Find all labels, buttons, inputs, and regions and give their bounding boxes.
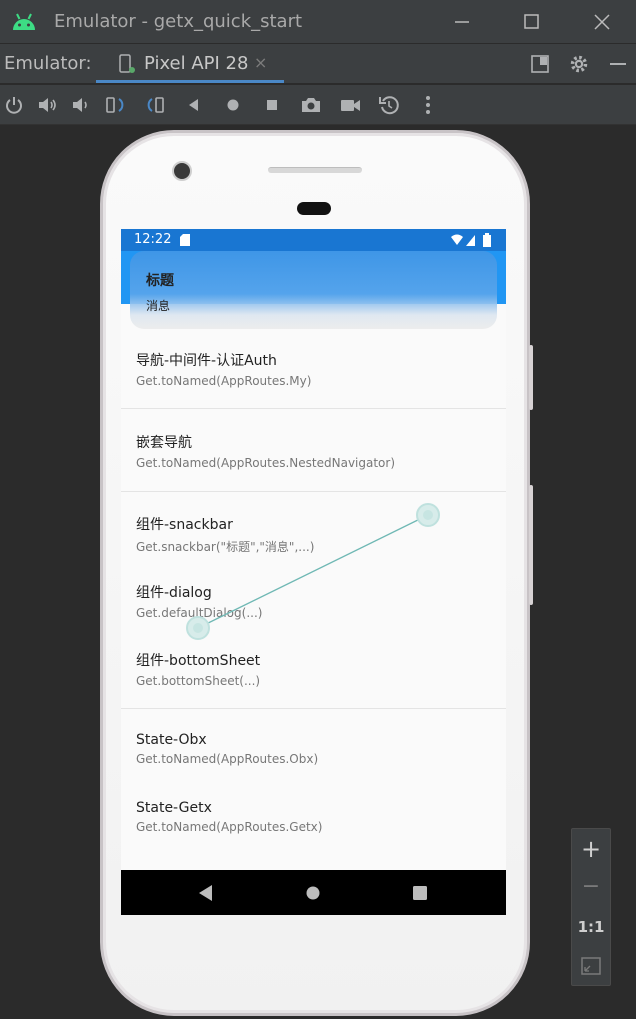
window-titlebar: Emulator - getx_quick_start xyxy=(0,0,636,44)
snapshot-restore-icon[interactable] xyxy=(377,93,401,117)
list-item[interactable]: 导航-中间件-认证Auth Get.toNamed(AppRoutes.My) xyxy=(136,350,311,388)
list-divider xyxy=(121,708,506,709)
emulator-tabbar: Emulator: Pixel API 28 × xyxy=(0,44,636,84)
signal-icon xyxy=(451,234,475,246)
tab-label: Pixel API 28 xyxy=(144,53,249,74)
power-side-button[interactable] xyxy=(529,345,533,410)
list-item[interactable]: State-Getx Get.toNamed(AppRoutes.Getx) xyxy=(136,800,322,834)
list-item-subtitle: Get.toNamed(AppRoutes.My) xyxy=(136,374,312,388)
android-nav-bar xyxy=(121,870,506,915)
back-icon[interactable] xyxy=(182,93,206,117)
battery-icon xyxy=(483,233,491,247)
list-item-subtitle: Get.defaultDialog(...) xyxy=(136,606,263,620)
tab-pixel-api-28[interactable]: Pixel API 28 × xyxy=(96,44,284,84)
zoom-fit-icon[interactable] xyxy=(581,956,601,976)
android-status-bar: 12:22 xyxy=(121,229,506,251)
snackbar-message: 消息 xyxy=(146,299,171,313)
restore-layout-icon[interactable] xyxy=(528,52,552,76)
list-item-title: State-Obx xyxy=(136,732,207,748)
front-camera xyxy=(172,161,192,181)
emulator-toolbar xyxy=(0,85,636,125)
nav-back-icon[interactable] xyxy=(199,885,213,901)
zoom-in-button[interactable]: + xyxy=(572,835,610,863)
emulator-label: Emulator: xyxy=(4,53,92,74)
volume-side-button[interactable] xyxy=(529,485,533,605)
zoom-panel: + − 1:1 xyxy=(571,828,611,986)
power-icon[interactable] xyxy=(2,93,26,117)
screenshot-camera-icon[interactable] xyxy=(299,93,323,117)
list-item-subtitle: Get.toNamed(AppRoutes.NestedNavigator) xyxy=(136,456,396,470)
volume-down-icon[interactable] xyxy=(68,93,92,117)
list-item-subtitle: Get.toNamed(AppRoutes.Getx) xyxy=(136,820,323,834)
list-divider xyxy=(121,491,506,492)
status-time: 12:22 xyxy=(134,232,172,247)
screen-record-icon[interactable] xyxy=(338,93,362,117)
volume-up-icon[interactable] xyxy=(36,93,60,117)
list-divider xyxy=(121,408,506,409)
list-item-title: 组件-dialog xyxy=(136,585,212,601)
snackbar[interactable]: 标题 消息 xyxy=(130,251,497,329)
earpiece-speaker xyxy=(268,167,362,173)
proximity-sensor xyxy=(297,202,331,215)
list-item[interactable]: 组件-bottomSheet Get.bottomSheet(...) xyxy=(136,650,260,688)
list-item-title: 组件-snackbar xyxy=(136,517,233,533)
maximize-icon[interactable] xyxy=(518,8,546,36)
nav-home-icon[interactable] xyxy=(306,886,320,900)
list-item-subtitle: Get.bottomSheet(...) xyxy=(136,674,261,688)
gear-icon[interactable] xyxy=(567,52,591,76)
list-item-title: 导航-中间件-认证Auth xyxy=(136,353,277,369)
home-icon[interactable] xyxy=(221,93,245,117)
zoom-one-to-one-button[interactable]: 1:1 xyxy=(572,918,610,936)
list-item-subtitle: Get.toNamed(AppRoutes.Obx) xyxy=(136,752,319,766)
list-item-title: 嵌套导航 xyxy=(136,435,192,451)
android-logo-icon xyxy=(13,13,35,30)
list-item[interactable]: 组件-snackbar Get.snackbar("标题","消息",...) xyxy=(136,514,314,555)
device-screen[interactable]: 12:22 标题 消息 导航-中间件-认证Auth Get.toNamed(Ap… xyxy=(121,229,506,915)
more-options-icon[interactable] xyxy=(416,93,440,117)
sd-card-icon xyxy=(180,234,190,246)
window-title: Emulator - getx_quick_start xyxy=(54,11,303,32)
close-icon[interactable] xyxy=(588,8,616,36)
tab-active-indicator xyxy=(96,80,284,83)
list-item[interactable]: State-Obx Get.toNamed(AppRoutes.Obx) xyxy=(136,732,318,766)
snackbar-title: 标题 xyxy=(146,273,174,289)
list-item-title: State-Getx xyxy=(136,800,212,816)
device-icon xyxy=(119,54,135,73)
list-item-subtitle: Get.snackbar("标题","消息",...) xyxy=(136,540,315,554)
list-item[interactable]: 组件-dialog Get.defaultDialog(...) xyxy=(136,582,262,620)
rotate-right-icon[interactable] xyxy=(143,93,167,117)
zoom-out-button[interactable]: − xyxy=(572,874,610,899)
rotate-left-icon[interactable] xyxy=(104,93,128,117)
overview-icon[interactable] xyxy=(260,93,284,117)
nav-recents-icon[interactable] xyxy=(413,886,427,900)
minimize-icon[interactable] xyxy=(448,8,476,36)
list-item-title: 组件-bottomSheet xyxy=(136,653,261,669)
list-item[interactable]: 嵌套导航 Get.toNamed(AppRoutes.NestedNavigat… xyxy=(136,432,395,470)
tab-close-icon[interactable]: × xyxy=(254,53,267,72)
hide-panel-icon[interactable] xyxy=(606,52,630,76)
